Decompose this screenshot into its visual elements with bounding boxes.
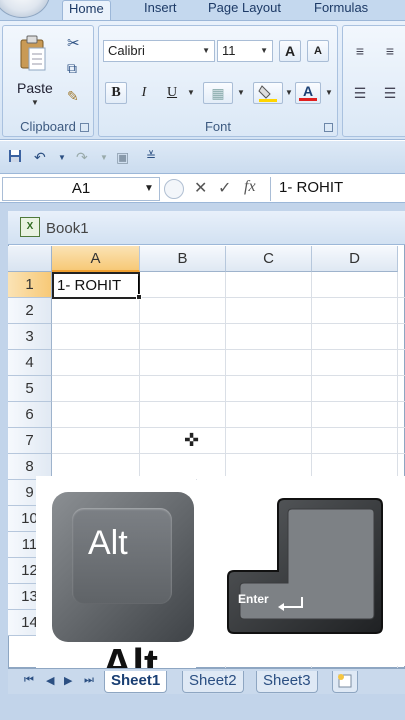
row-header-6[interactable]: 6 [8, 402, 52, 428]
font-color-swatch [299, 98, 317, 101]
row-header-7[interactable]: 7 [8, 428, 52, 454]
gridline [52, 375, 405, 376]
font-color-glyph: A [302, 83, 314, 99]
paste-dropdown-icon[interactable]: ▼ [31, 98, 39, 107]
tab-page-layout[interactable]: Page Layout [202, 0, 287, 20]
customize-qat-icon[interactable]: ≚ [146, 149, 156, 163]
chevron-down-icon[interactable]: ▼ [260, 41, 268, 61]
active-cell-a1[interactable]: 1- ROHIT [52, 272, 140, 299]
gridline [52, 453, 405, 454]
ribbon: Paste ▼ ✂ ⧉ ✎ Clipboard Calibri ▼ 11 ▼ A… [0, 20, 405, 140]
cancel-icon[interactable]: ✕ [194, 178, 207, 198]
column-header-c[interactable]: C [226, 246, 312, 272]
gridline [52, 427, 405, 428]
enter-key-icon [226, 497, 384, 635]
sheet-tab-sheet1[interactable]: Sheet1 [104, 671, 168, 693]
quick-access-toolbar: ↶ ▼ ↷ ▼ ▣ ≚ [0, 141, 405, 173]
status-bar [0, 694, 405, 720]
font-color-button[interactable]: A [295, 82, 321, 104]
excel-workbook-icon: X [20, 217, 40, 237]
tab-formulas[interactable]: Formulas [308, 0, 374, 20]
previous-sheet-icon[interactable]: ◀ [46, 674, 54, 687]
camera-icon[interactable]: ▣ [116, 149, 129, 166]
font-launcher-icon[interactable] [324, 123, 333, 132]
row-header-3[interactable]: 3 [8, 324, 52, 350]
paste-icon[interactable] [17, 34, 49, 74]
column-header-a[interactable]: A [52, 246, 140, 272]
formula-input[interactable]: 1- ROHIT [270, 177, 405, 201]
alt-key-label: Alt [88, 524, 128, 562]
workbook-titlebar: X Book1 [8, 211, 405, 245]
align-center-icon[interactable]: ☰ [379, 82, 401, 104]
chevron-down-icon[interactable]: ▼ [187, 88, 195, 97]
grow-font-button[interactable]: A [279, 40, 301, 62]
align-left-icon[interactable]: ☰ [349, 82, 371, 104]
gridline [52, 401, 405, 402]
clipboard-launcher-icon[interactable] [80, 123, 89, 132]
shrink-font-button[interactable]: A [307, 40, 329, 62]
chevron-down-icon[interactable]: ▼ [325, 88, 333, 97]
column-header-d[interactable]: D [312, 246, 398, 272]
ribbon-tab-strip: Home Insert Page Layout Formulas [0, 0, 405, 20]
cell-select-cursor-icon: ✜ [184, 430, 200, 450]
font-group: Calibri ▼ 11 ▼ A A B I U ▼ ▦ ▼ ▼ A ▼ Fon… [98, 25, 338, 137]
tab-home[interactable]: Home [62, 0, 111, 20]
insert-function-button[interactable]: fx [244, 178, 256, 196]
column-header-b[interactable]: B [140, 246, 226, 272]
next-sheet-icon[interactable]: ▶ [64, 674, 72, 687]
text-caret [138, 276, 139, 294]
enter-check-icon[interactable]: ✓ [218, 178, 231, 198]
italic-button[interactable]: I [133, 82, 155, 104]
font-family-combo[interactable]: Calibri ▼ [103, 40, 215, 62]
row-header-4[interactable]: 4 [8, 350, 52, 376]
font-size-value: 11 [222, 43, 236, 58]
chevron-down-icon[interactable]: ▼ [202, 41, 210, 61]
save-icon[interactable] [8, 149, 22, 166]
chevron-down-icon[interactable]: ▼ [144, 183, 154, 194]
chevron-down-icon[interactable]: ▼ [58, 153, 66, 162]
align-middle-icon[interactable]: ≡ [379, 40, 401, 62]
fill-handle[interactable] [136, 294, 142, 300]
sheet-tab-bar: ⏮ ◀ ▶ ⏭ Sheet1 Sheet2 Sheet3 [8, 668, 405, 694]
workbook-title: Book1 [46, 220, 89, 237]
borders-icon[interactable]: ▦ [203, 82, 233, 104]
row-header-1[interactable]: 1 [8, 272, 52, 298]
gridline [52, 349, 405, 350]
tab-insert[interactable]: Insert [138, 0, 183, 20]
chevron-down-icon[interactable]: ▼ [285, 88, 293, 97]
underline-button[interactable]: U [161, 82, 183, 104]
formula-bar: A1 ▼ ✕ ✓ fx 1- ROHIT [0, 173, 405, 203]
last-sheet-icon[interactable]: ⏭ [84, 674, 94, 687]
undo-icon[interactable]: ↶ [34, 149, 46, 166]
name-box-splitter[interactable] [164, 179, 184, 199]
chevron-down-icon[interactable]: ▼ [237, 88, 245, 97]
redo-icon[interactable]: ↷ [76, 149, 88, 166]
bold-button[interactable]: B [105, 82, 127, 104]
copy-icon[interactable]: ⧉ [67, 60, 77, 77]
paste-button[interactable]: Paste [17, 80, 53, 96]
row-header-5[interactable]: 5 [8, 376, 52, 402]
alignment-group: ≡ ≡ ☰ ☰ [342, 25, 405, 137]
insert-sheet-icon[interactable] [332, 671, 358, 693]
select-all-corner[interactable] [8, 246, 52, 272]
format-painter-icon[interactable]: ✎ [67, 88, 79, 105]
sheet-tab-sheet3[interactable]: Sheet3 [256, 671, 318, 693]
align-top-icon[interactable]: ≡ [349, 40, 371, 62]
fill-color-icon[interactable] [253, 82, 283, 104]
enter-key-label: Enter [238, 592, 269, 606]
first-sheet-icon[interactable]: ⏮ [24, 674, 34, 687]
clipboard-group: Paste ▼ ✂ ⧉ ✎ Clipboard [2, 25, 94, 137]
row-header-2[interactable]: 2 [8, 298, 52, 324]
name-box[interactable]: A1 [2, 177, 160, 201]
font-family-value: Calibri [108, 43, 145, 58]
cut-icon[interactable]: ✂ [67, 34, 80, 52]
font-group-label: Font [204, 119, 231, 134]
sheet-tab-sheet2[interactable]: Sheet2 [182, 671, 244, 693]
office-button[interactable] [0, 0, 50, 18]
gridline [52, 323, 405, 324]
font-size-combo[interactable]: 11 ▼ [217, 40, 273, 62]
chevron-down-icon[interactable]: ▼ [100, 153, 108, 162]
